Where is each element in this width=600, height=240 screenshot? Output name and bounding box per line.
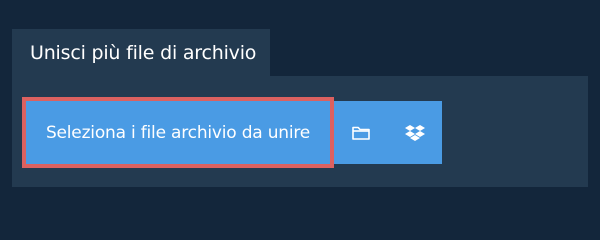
dropbox-button[interactable] bbox=[388, 101, 442, 164]
dropbox-icon bbox=[405, 124, 425, 142]
page: Unisci più file di archivio Seleziona i … bbox=[0, 0, 600, 230]
select-files-label: Seleziona i file archivio da unire bbox=[45, 122, 311, 143]
folder-icon bbox=[351, 125, 371, 141]
select-files-button[interactable]: Seleziona i file archivio da unire bbox=[22, 97, 334, 168]
tab-merge-archives[interactable]: Unisci più file di archivio bbox=[12, 29, 270, 76]
tab-label: Unisci più file di archivio bbox=[30, 41, 257, 64]
folder-button[interactable] bbox=[334, 101, 388, 164]
